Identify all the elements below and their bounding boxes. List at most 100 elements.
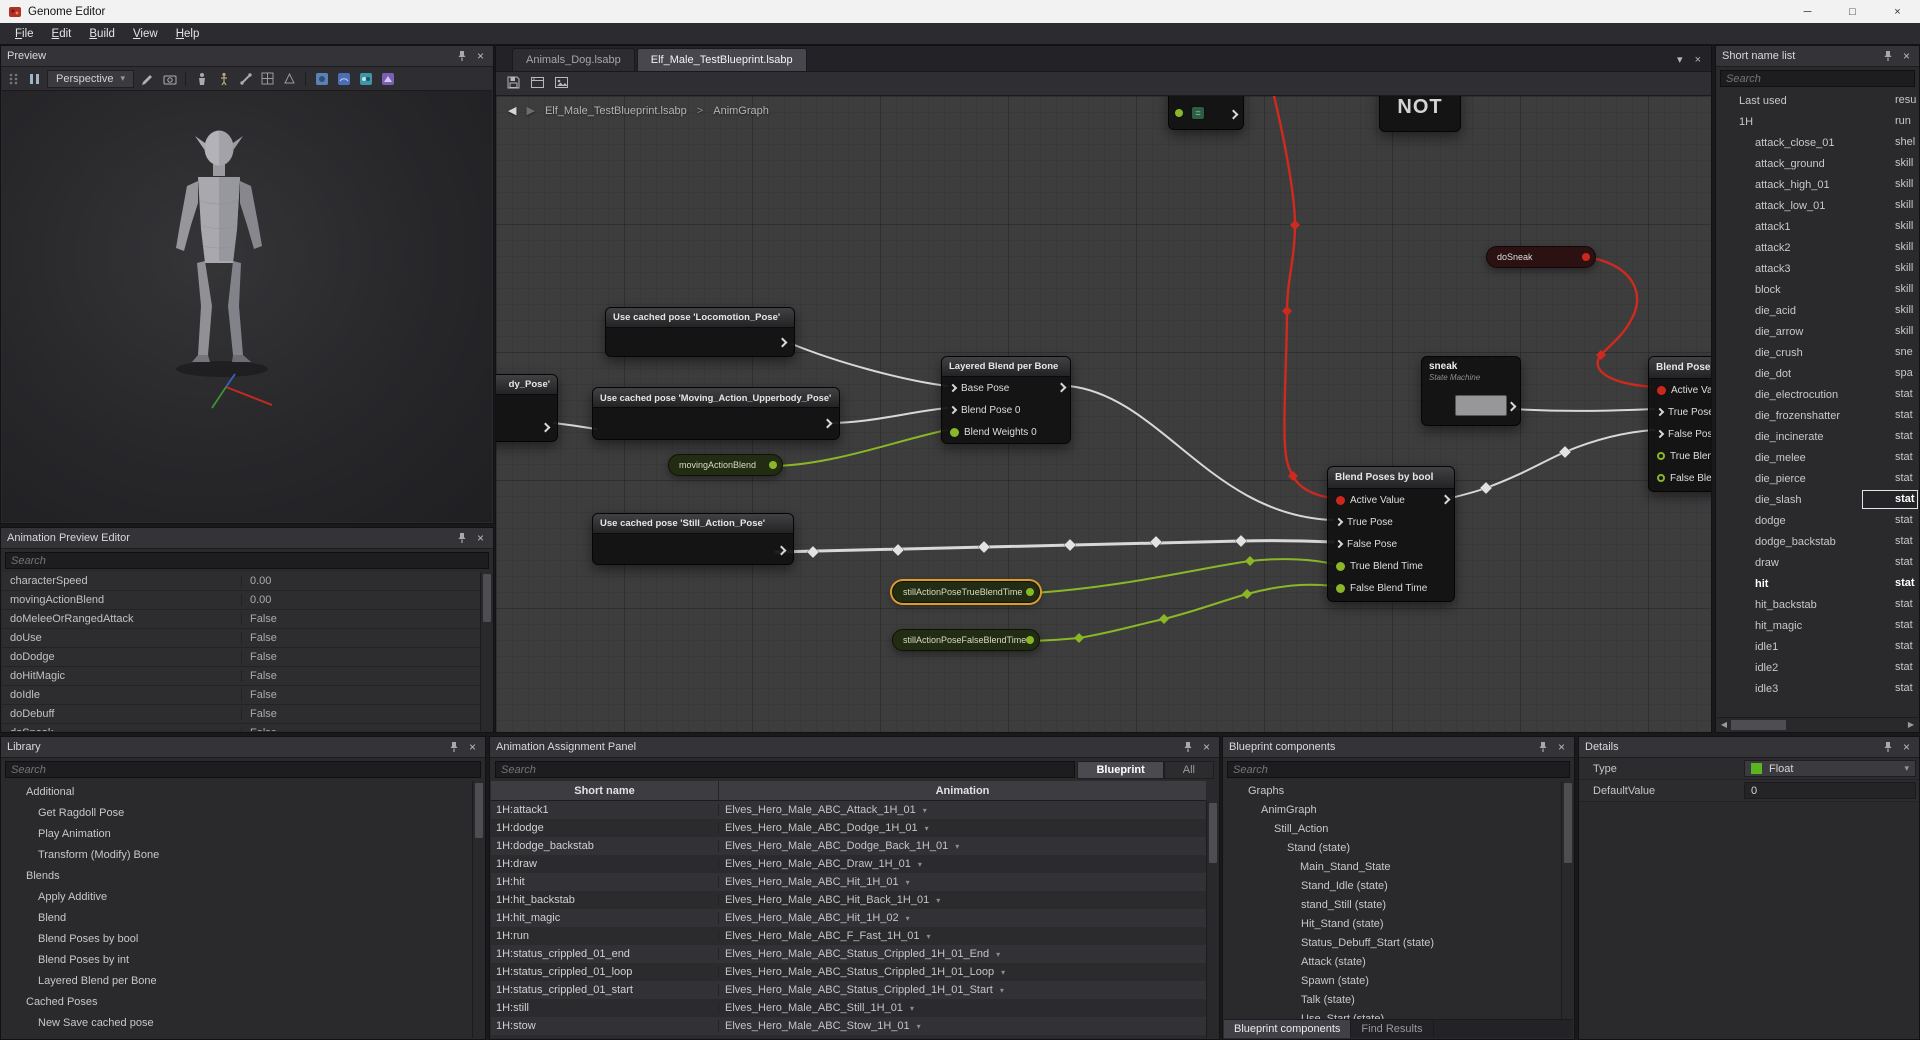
pose-input-pin[interactable] bbox=[1334, 539, 1344, 549]
pose-output-pin[interactable] bbox=[776, 545, 787, 556]
close-panel-icon[interactable]: × bbox=[1900, 741, 1913, 753]
tree-item[interactable]: Apply Additive bbox=[2, 886, 472, 907]
chevron-down-icon[interactable]: ▾ bbox=[996, 950, 1000, 959]
chevron-down-icon[interactable]: ▾ bbox=[906, 878, 910, 887]
short-name-item[interactable]: hit_backstab stat bbox=[1717, 594, 1918, 615]
pin-icon[interactable] bbox=[1883, 50, 1893, 62]
close-panel-icon[interactable]: × bbox=[466, 741, 479, 753]
breadcrumb-graph[interactable]: AnimGraph bbox=[713, 105, 769, 117]
chevron-down-icon[interactable]: ▾ bbox=[936, 896, 940, 905]
float-input-pin[interactable] bbox=[1657, 452, 1665, 460]
short-name-item[interactable]: hit_magic stat bbox=[1717, 615, 1918, 636]
menu-item[interactable]: Build bbox=[80, 25, 124, 43]
short-name-item[interactable]: idle3 stat bbox=[1717, 678, 1918, 699]
pose-input-pin[interactable] bbox=[1334, 517, 1344, 527]
menu-item[interactable]: View bbox=[124, 25, 167, 43]
bool-input-pin[interactable] bbox=[1336, 495, 1345, 505]
chevron-down-icon[interactable]: ▾ bbox=[1001, 968, 1005, 977]
save-icon[interactable] bbox=[506, 75, 521, 93]
property-row[interactable]: movingActionBlend 0.00 bbox=[2, 591, 480, 610]
scrollbar-thumb[interactable] bbox=[475, 783, 483, 838]
search-input[interactable] bbox=[1720, 70, 1915, 87]
pose-output-pin[interactable] bbox=[822, 418, 833, 429]
float-input-pin[interactable] bbox=[950, 427, 959, 437]
value-input-pin[interactable] bbox=[1175, 109, 1183, 117]
table-row[interactable]: 2H:attack1 Elves_Hero_Male_ABC_Attack_2H… bbox=[491, 1035, 1206, 1038]
tree-item[interactable]: AnimGraph bbox=[1224, 800, 1561, 819]
node-use-cached-pose-still-action[interactable]: Use cached pose 'Still_Action_Pose' bbox=[592, 513, 794, 565]
property-row[interactable]: doSneak False bbox=[2, 724, 480, 731]
variable-moving-action-blend[interactable]: movingActionBlend bbox=[668, 454, 783, 476]
property-row[interactable]: characterSpeed 0.00 bbox=[2, 572, 480, 591]
animation-cell[interactable]: Elves_Hero_Male_ABC_Hit_1H_02 ▾ bbox=[719, 912, 1206, 924]
filter-tab[interactable]: All bbox=[1163, 760, 1214, 779]
tree-item[interactable]: Hit_Stand (state) bbox=[1224, 914, 1561, 933]
table-row[interactable]: 1H:dodge Elves_Hero_Male_ABC_Dodge_1H_01… bbox=[491, 819, 1206, 837]
skeleton-icon[interactable] bbox=[215, 70, 232, 87]
property-row[interactable]: doUse False bbox=[2, 629, 480, 648]
bone-icon[interactable] bbox=[237, 70, 254, 87]
pin-icon[interactable] bbox=[449, 741, 459, 753]
short-name-item[interactable]: dodge stat bbox=[1717, 510, 1918, 531]
property-row[interactable]: doHitMagic False bbox=[2, 667, 480, 686]
table-row[interactable]: 1H:attack1 Elves_Hero_Male_ABC_Attack_1H… bbox=[491, 801, 1206, 819]
node-use-cached-pose-locomotion[interactable]: Use cached pose 'Locomotion_Pose' bbox=[605, 307, 795, 357]
tree-item[interactable]: Stand_Idle (state) bbox=[1224, 876, 1561, 895]
tree-item[interactable]: Transform (Modify) Bone bbox=[2, 844, 472, 865]
short-name-item[interactable]: hit stat bbox=[1717, 573, 1918, 594]
scrollbar-thumb[interactable] bbox=[1209, 803, 1217, 863]
morph-icon[interactable] bbox=[357, 70, 374, 87]
node-partial-cached-pose[interactable]: dy_Pose' bbox=[496, 374, 558, 442]
float-output-pin[interactable] bbox=[769, 461, 777, 469]
pose-input-pin[interactable] bbox=[948, 383, 958, 393]
property-value[interactable]: 0.00 bbox=[242, 575, 480, 587]
model-icon[interactable] bbox=[193, 70, 210, 87]
property-row[interactable]: doIdle False bbox=[2, 686, 480, 705]
bool-output-pin[interactable] bbox=[1582, 253, 1590, 261]
close-panel-icon[interactable]: × bbox=[1900, 50, 1913, 62]
short-name-item[interactable]: die_pierce stat bbox=[1717, 468, 1918, 489]
pin-icon[interactable] bbox=[457, 50, 467, 62]
tree-item[interactable]: Main_Stand_State bbox=[1224, 857, 1561, 876]
property-row[interactable]: doDebuff False bbox=[2, 705, 480, 724]
export-icon[interactable] bbox=[554, 75, 569, 93]
table-row[interactable]: 1H:run Elves_Hero_Male_ABC_F_Fast_1H_01 … bbox=[491, 927, 1206, 945]
short-name-item[interactable]: die_slash stat bbox=[1717, 489, 1918, 510]
animation-cell[interactable]: Elves_Hero_Male_ABC_Attack_1H_01 ▾ bbox=[719, 804, 1206, 816]
tree-item[interactable]: Stand (state) bbox=[1224, 838, 1561, 857]
variable-still-action-true-blend-time[interactable]: stillActionPoseTrueBlendTime bbox=[892, 581, 1040, 603]
short-name-item[interactable]: attack1 skill bbox=[1717, 216, 1918, 237]
short-name-item[interactable]: die_crush sne bbox=[1717, 342, 1918, 363]
short-name-item[interactable]: die_dot spa bbox=[1717, 363, 1918, 384]
animation-cell[interactable]: Elves_Hero_Male_ABC_Dodge_1H_01 ▾ bbox=[719, 822, 1206, 834]
table-row[interactable]: 1H:hit_magic Elves_Hero_Male_ABC_Hit_1H_… bbox=[491, 909, 1206, 927]
node-compare[interactable]: = bbox=[1168, 96, 1244, 130]
column-animation[interactable]: Animation bbox=[719, 781, 1206, 800]
tree-item[interactable]: Graphs bbox=[1224, 781, 1561, 800]
pause-button[interactable] bbox=[26, 71, 42, 87]
short-name-item[interactable]: die_melee stat bbox=[1717, 447, 1918, 468]
breadcrumb-file[interactable]: Elf_Male_TestBlueprint.lsabp bbox=[545, 105, 687, 117]
property-value[interactable]: False bbox=[242, 632, 480, 644]
pin-icon[interactable] bbox=[1883, 741, 1893, 753]
short-name-item[interactable]: die_acid skill bbox=[1717, 300, 1918, 321]
short-name-item[interactable]: dodge_backstab stat bbox=[1717, 531, 1918, 552]
animation-cell[interactable]: Elves_Hero_Male_ABC_Status_Crippled_1H_0… bbox=[719, 948, 1206, 960]
short-name-item[interactable]: attack_close_01 shel bbox=[1717, 132, 1918, 153]
camera-icon[interactable] bbox=[161, 70, 178, 87]
property-value[interactable]: False bbox=[242, 651, 480, 663]
animation-cell[interactable]: Elves_Hero_Male_ABC_Stow_1H_01 ▾ bbox=[719, 1020, 1206, 1032]
menu-item[interactable]: Help bbox=[167, 25, 209, 43]
document-tab[interactable]: Elf_Male_TestBlueprint.lsabp bbox=[636, 48, 807, 71]
menu-item[interactable]: File bbox=[6, 25, 43, 43]
tree-item[interactable]: Blend Poses by bool bbox=[2, 928, 472, 949]
search-input[interactable] bbox=[5, 761, 481, 778]
close-panel-icon[interactable]: × bbox=[1555, 741, 1568, 753]
table-row[interactable]: 1H:hit_backstab Elves_Hero_Male_ABC_Hit_… bbox=[491, 891, 1206, 909]
tree-item[interactable]: Talk (state) bbox=[1224, 990, 1561, 1009]
tree-item[interactable]: Get Ragdoll Pose bbox=[2, 802, 472, 823]
tree-item[interactable]: Blend Poses by int bbox=[2, 949, 472, 970]
node-blend-poses-right[interactable]: Blend Poses Active Val True Pose False P… bbox=[1648, 356, 1711, 492]
chevron-down-icon[interactable]: ▾ bbox=[1000, 986, 1004, 995]
tree-item[interactable]: Cached Poses bbox=[2, 991, 472, 1012]
